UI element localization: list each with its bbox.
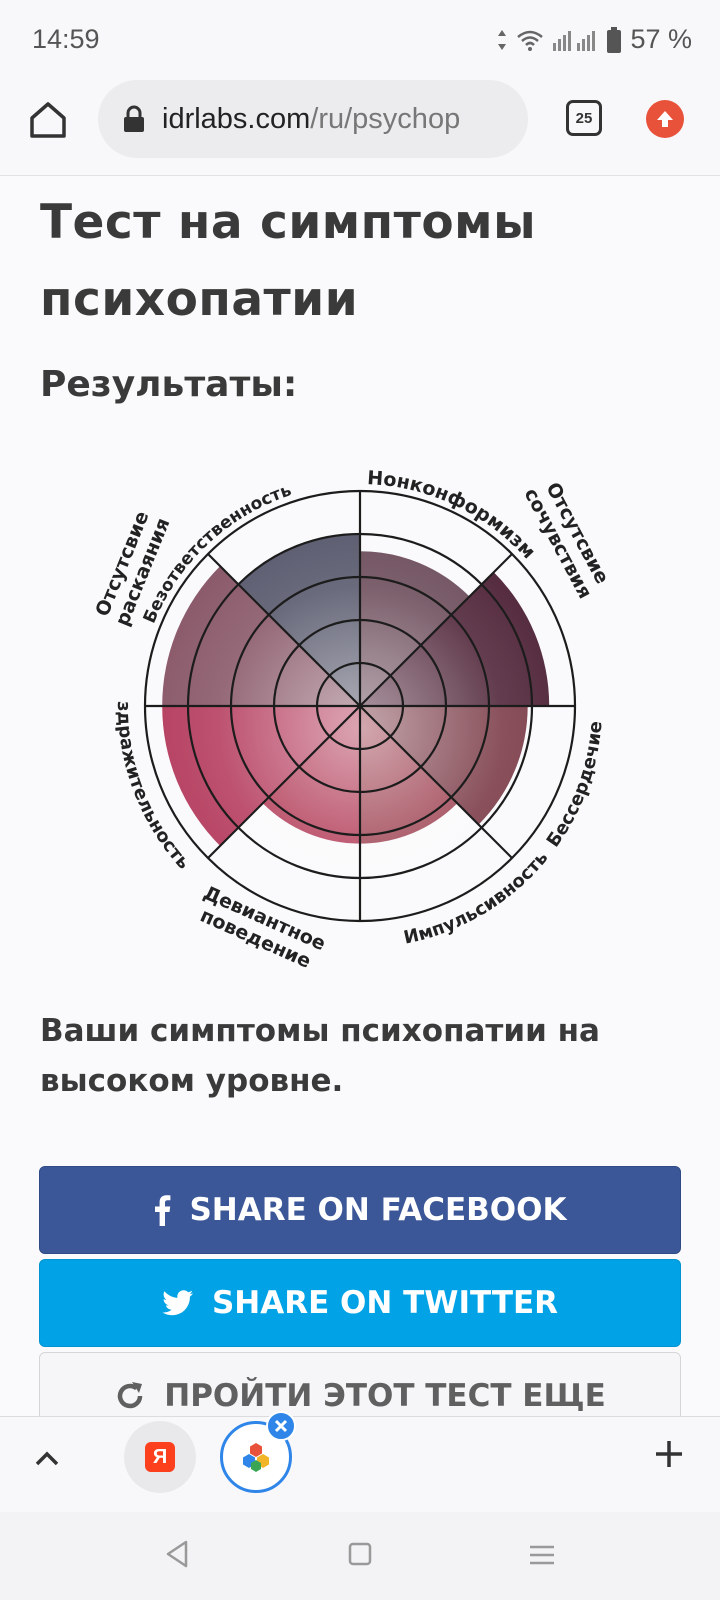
battery-icon bbox=[607, 26, 622, 53]
yandex-tab[interactable]: Я bbox=[124, 1421, 196, 1493]
share-facebook-label: SHARE ON FACEBOOK bbox=[189, 1192, 567, 1228]
browser-bottom-toolbar: Я bbox=[0, 1411, 720, 1512]
site-favicon-icon bbox=[243, 1443, 269, 1472]
nav-menu-button[interactable] bbox=[528, 1544, 556, 1570]
back-icon bbox=[166, 1540, 188, 1568]
plus-icon bbox=[656, 1441, 682, 1467]
home-button[interactable] bbox=[26, 98, 70, 142]
status-icons: 57 % bbox=[496, 24, 692, 55]
wifi-icon bbox=[517, 30, 544, 51]
results-heading: Результаты: bbox=[40, 364, 298, 405]
chevron-up-icon bbox=[35, 1451, 59, 1466]
tabs-count-button[interactable]: 25 bbox=[566, 100, 602, 136]
share-twitter-button[interactable]: SHARE ON TWITTER bbox=[39, 1259, 681, 1347]
retake-test-button[interactable]: ПРОЙТИ ЭТОТ ТЕСТ ЕЩЕ bbox=[39, 1352, 681, 1416]
update-button[interactable] bbox=[646, 100, 684, 138]
signal-icon bbox=[553, 30, 596, 51]
share-twitter-label: SHARE ON TWITTER bbox=[211, 1285, 559, 1321]
result-summary: Ваши симптомы психопатии на высоком уров… bbox=[40, 1013, 600, 1099]
address-bar-row: idrlabs.com/ru/psychop 25 bbox=[0, 80, 720, 176]
status-bar: 14:59 57 % bbox=[0, 0, 720, 80]
yandex-logo: Я bbox=[145, 1442, 175, 1472]
nav-home-button[interactable] bbox=[348, 1542, 372, 1570]
menu-icon bbox=[530, 1545, 554, 1565]
url-field[interactable]: idrlabs.com/ru/psychop bbox=[98, 80, 528, 158]
page-content: Тест на симптомы психопатии Результаты: … bbox=[0, 176, 720, 1416]
refresh-icon bbox=[114, 1380, 146, 1412]
wheel-svg: Безответственность Нонконформизм Раздраж… bbox=[73, 432, 613, 973]
android-nav-bar bbox=[0, 1512, 720, 1600]
url-host: idrlabs.com bbox=[162, 102, 311, 135]
expand-toolbar-button[interactable] bbox=[34, 1449, 60, 1471]
page-title: Тест на симптомы психопатии bbox=[40, 195, 537, 327]
square-icon bbox=[348, 1542, 372, 1566]
facebook-icon bbox=[153, 1194, 171, 1226]
nav-back-button[interactable] bbox=[164, 1540, 190, 1572]
twitter-icon bbox=[162, 1290, 194, 1316]
battery-percent: 57 % bbox=[630, 24, 692, 54]
status-time: 14:59 bbox=[32, 24, 100, 54]
close-icon bbox=[274, 1419, 288, 1433]
lock-icon bbox=[124, 105, 144, 132]
arrow-up-icon bbox=[657, 111, 673, 127]
psychopathy-wheel-chart: Безответственность Нонконформизм Раздраж… bbox=[73, 432, 640, 988]
url-text: idrlabs.com/ru/psychop bbox=[162, 103, 460, 136]
home-icon bbox=[30, 102, 66, 138]
wheel-grid bbox=[143, 489, 577, 923]
new-tab-button[interactable] bbox=[654, 1439, 684, 1473]
data-arrows-icon bbox=[498, 29, 507, 50]
retake-test-label: ПРОЙТИ ЭТОТ ТЕСТ ЕЩЕ bbox=[164, 1378, 606, 1414]
share-facebook-button[interactable]: SHARE ON FACEBOOK bbox=[39, 1166, 681, 1254]
close-tab-button[interactable] bbox=[266, 1411, 296, 1441]
url-path: /ru/psychop bbox=[310, 102, 461, 135]
